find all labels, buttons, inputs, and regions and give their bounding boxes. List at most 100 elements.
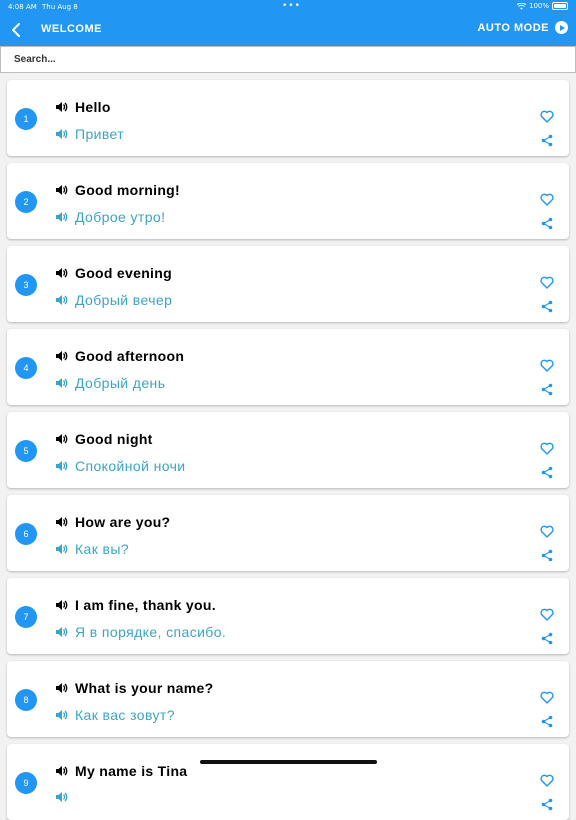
translated-phrase: Как вы?	[75, 541, 130, 557]
english-row: Good morning!	[54, 182, 180, 198]
heart-outline-icon[interactable]	[540, 442, 554, 455]
heart-outline-icon[interactable]	[540, 276, 554, 289]
share-icon[interactable]	[541, 798, 553, 811]
english-phrase: I am fine, thank you.	[75, 597, 216, 613]
heart-outline-icon[interactable]	[540, 525, 554, 538]
translated-phrase: Спокойной ночи	[75, 458, 186, 474]
heart-outline-icon[interactable]	[540, 608, 554, 621]
phrase-number: 5	[23, 446, 29, 456]
heart-outline-icon[interactable]	[540, 193, 554, 206]
translation-row	[54, 790, 75, 804]
english-phrase: Hello	[75, 99, 111, 115]
share-icon[interactable]	[541, 715, 553, 728]
english-phrase: Good night	[75, 431, 153, 447]
english-row: Good evening	[54, 265, 172, 281]
share-icon[interactable]	[541, 217, 553, 230]
battery-icon	[552, 2, 568, 10]
speaker-icon[interactable]	[54, 459, 68, 473]
phrase-card[interactable]: 1 Hello Привет	[7, 80, 569, 156]
speaker-icon[interactable]	[54, 432, 68, 446]
phrase-number-badge: 4	[15, 357, 37, 379]
heart-outline-icon[interactable]	[540, 691, 554, 704]
phrase-card[interactable]: 2 Good morning! Доброе утро!	[7, 163, 569, 239]
phrase-number-badge: 6	[15, 523, 37, 545]
status-time: 4:08 AM	[8, 3, 37, 11]
speaker-icon[interactable]	[54, 100, 68, 114]
search-bar	[0, 46, 576, 73]
page-title: WELCOME	[41, 23, 102, 35]
wifi-icon	[516, 2, 526, 10]
translation-row: Как вы?	[54, 541, 129, 557]
heart-outline-icon[interactable]	[540, 774, 554, 787]
speaker-icon[interactable]	[54, 293, 68, 307]
speaker-icon[interactable]	[54, 764, 68, 778]
heart-outline-icon[interactable]	[540, 110, 554, 123]
phrase-card[interactable]: 8 What is your name? Как вас зовут?	[7, 661, 569, 737]
home-indicator[interactable]	[200, 760, 377, 764]
speaker-icon[interactable]	[54, 790, 68, 804]
phrase-card[interactable]: 3 Good evening Добрый вечер	[7, 246, 569, 322]
english-phrase: My name is Tina	[75, 763, 188, 779]
speaker-icon[interactable]	[54, 183, 68, 197]
speaker-icon[interactable]	[54, 266, 68, 280]
english-row: Hello	[54, 99, 111, 115]
phrase-card[interactable]: 4 Good afternoon Добрый день	[7, 329, 569, 405]
translation-row: Доброе утро!	[54, 209, 165, 225]
phrase-card[interactable]: 7 I am fine, thank you. Я в порядке, спа…	[7, 578, 569, 654]
phrase-card[interactable]: 5 Good night Спокойной ночи	[7, 412, 569, 488]
speaker-icon[interactable]	[54, 681, 68, 695]
share-icon[interactable]	[541, 383, 553, 396]
app-bar: WELCOME AUTO MODE	[0, 14, 576, 46]
translation-row: Добрый день	[54, 375, 165, 391]
english-row: What is your name?	[54, 680, 213, 696]
speaker-icon[interactable]	[54, 210, 68, 224]
heart-outline-icon[interactable]	[540, 359, 554, 372]
translated-phrase: Привет	[75, 126, 125, 142]
share-icon[interactable]	[541, 134, 553, 147]
translated-phrase: Я в порядке, спасибо.	[75, 624, 227, 640]
battery-percent: 100%	[528, 2, 549, 10]
translation-row: Спокойной ночи	[54, 458, 186, 474]
translated-phrase: Как вас зовут?	[75, 707, 175, 723]
phrase-number: 6	[23, 529, 29, 539]
multitask-dots-icon[interactable]: •••	[282, 1, 301, 11]
status-bar: 4:08 AM Thu Aug 8 ••• 100%	[0, 0, 576, 14]
phrase-number-badge: 5	[15, 440, 37, 462]
english-row: I am fine, thank you.	[54, 597, 216, 613]
speaker-icon[interactable]	[54, 376, 68, 390]
speaker-icon[interactable]	[54, 542, 68, 556]
translation-row: Привет	[54, 126, 124, 142]
share-icon[interactable]	[541, 466, 553, 479]
phrase-card[interactable]: 6 How are you? Как вы?	[7, 495, 569, 571]
search-input[interactable]	[1, 47, 575, 72]
auto-mode-button[interactable]: AUTO MODE	[477, 21, 568, 34]
speaker-icon[interactable]	[54, 625, 68, 639]
translation-row: Я в порядке, спасибо.	[54, 624, 226, 640]
phrase-number-badge: 7	[15, 606, 37, 628]
english-phrase: Good morning!	[75, 182, 180, 198]
speaker-icon[interactable]	[54, 127, 68, 141]
phrase-number: 3	[23, 280, 29, 290]
phrase-number-badge: 1	[15, 108, 37, 130]
speaker-icon[interactable]	[54, 349, 68, 363]
translated-phrase: Добрый вечер	[75, 292, 173, 308]
phrase-number-badge: 9	[15, 772, 37, 794]
translation-row: Добрый вечер	[54, 292, 172, 308]
translated-phrase: Добрый день	[75, 375, 166, 391]
english-phrase: How are you?	[75, 514, 171, 530]
phrase-card[interactable]: 9 My name is Tina	[7, 744, 569, 820]
back-chevron-icon[interactable]	[8, 20, 26, 40]
share-icon[interactable]	[541, 300, 553, 313]
english-phrase: Good afternoon	[75, 348, 185, 364]
speaker-icon[interactable]	[54, 598, 68, 612]
translated-phrase: Доброе утро!	[75, 209, 166, 225]
speaker-icon[interactable]	[54, 515, 68, 529]
share-icon[interactable]	[541, 549, 553, 562]
phrase-number: 4	[23, 363, 29, 373]
speaker-icon[interactable]	[54, 708, 68, 722]
status-date: Thu Aug 8	[42, 3, 78, 11]
english-row: My name is Tina	[54, 763, 187, 779]
english-phrase: Good evening	[75, 265, 172, 281]
english-row: How are you?	[54, 514, 170, 530]
share-icon[interactable]	[541, 632, 553, 645]
